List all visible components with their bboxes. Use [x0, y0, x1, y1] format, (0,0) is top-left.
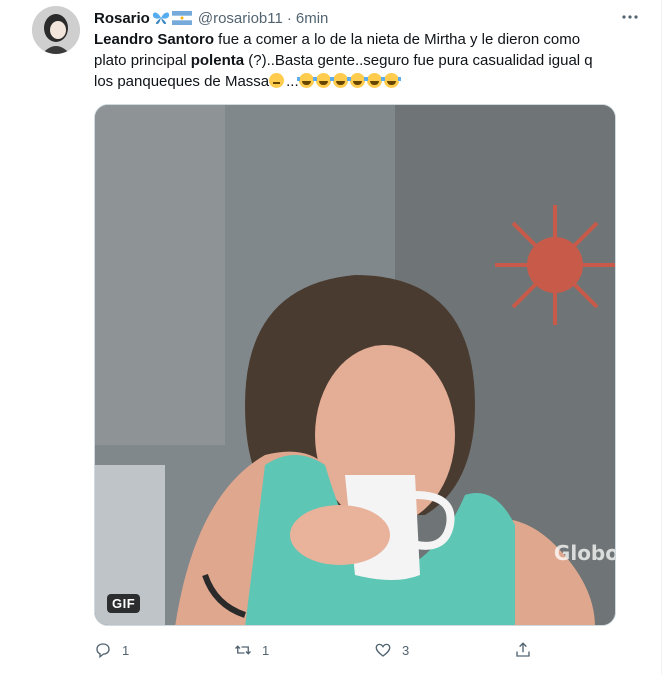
separator-dot: ·	[286, 9, 292, 27]
retweet-button[interactable]: 1	[234, 641, 314, 659]
more-options-button[interactable]	[619, 6, 641, 28]
heart-icon	[375, 643, 391, 657]
argentina-flag-icon	[171, 11, 192, 25]
gif-badge: GIF	[107, 594, 141, 613]
laughing-tears-emoji	[313, 73, 333, 88]
gif-media[interactable]: Globo GIF	[94, 104, 616, 626]
thinking-face-emoji	[269, 73, 285, 88]
laughing-tears-emoji	[364, 73, 384, 88]
display-name[interactable]: Rosario	[94, 10, 150, 27]
laughing-tears-emoji	[296, 73, 316, 88]
name-badges	[152, 11, 192, 25]
retweet-count: 1	[262, 642, 270, 658]
laugh-emojis	[296, 73, 401, 90]
timestamp[interactable]: 6min	[296, 10, 329, 27]
share-button[interactable]	[514, 641, 534, 659]
butterfly-icon	[152, 12, 169, 24]
gif-frame	[95, 105, 615, 625]
ellipsis: ...	[286, 73, 299, 90]
reply-count: 1	[122, 642, 130, 658]
retweet-icon	[235, 645, 251, 655]
laughing-tears-emoji	[381, 73, 401, 88]
laughing-tears-emoji	[330, 73, 350, 88]
avatar[interactable]	[32, 6, 80, 54]
share-icon	[516, 642, 530, 657]
reply-icon	[96, 643, 110, 659]
tweet-actions: 1 1 3	[94, 640, 534, 660]
tweet-card[interactable]: Rosario @rosariob11 · 6min Leandro Santo…	[0, 0, 662, 675]
like-button[interactable]: 3	[374, 641, 454, 659]
avatar-image	[32, 6, 80, 54]
watermark: Globo	[553, 541, 616, 565]
decorative-sun-shape	[495, 205, 615, 325]
bold-word: polenta	[190, 52, 245, 69]
tweet-text: Leandro Santoro fue a comer a lo de la n…	[94, 29, 614, 92]
like-count: 3	[402, 642, 410, 658]
user-handle[interactable]: @rosariob11	[198, 10, 283, 27]
laughing-tears-emoji	[347, 73, 367, 88]
more-icon	[622, 15, 638, 19]
tweet-header: Rosario @rosariob11 · 6min	[94, 8, 641, 28]
reply-button[interactable]: 1	[94, 641, 174, 659]
mention-name: Leandro Santoro	[94, 31, 215, 48]
